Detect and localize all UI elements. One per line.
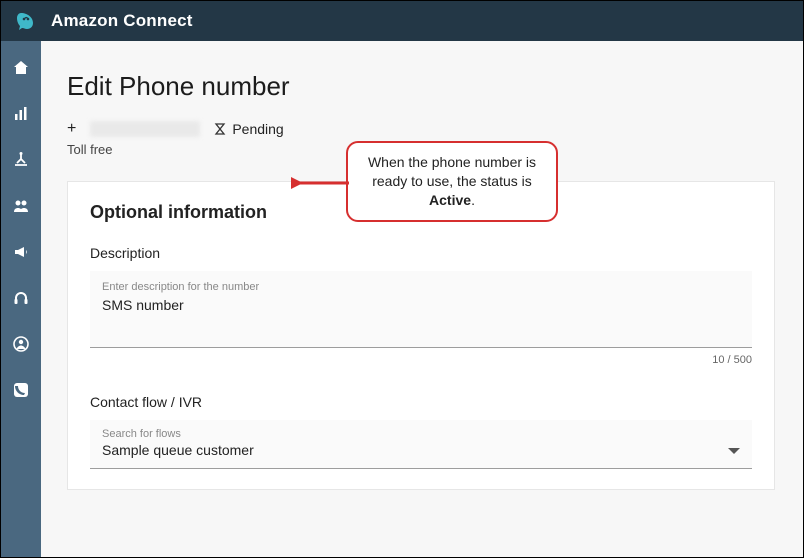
annotation-callout: When the phone number is ready to use, t… — [346, 141, 558, 222]
description-value: SMS number — [102, 297, 740, 313]
callout-suffix: . — [471, 192, 475, 208]
description-counter: 10 / 500 — [90, 354, 752, 366]
nav-users[interactable] — [1, 193, 41, 219]
nav-account[interactable] — [1, 331, 41, 357]
status-badge: Pending — [214, 121, 283, 137]
callout-bold: Active — [429, 192, 471, 208]
page-title: Edit Phone number — [67, 71, 775, 102]
main-content: Edit Phone number + Pending Toll free Op… — [41, 41, 803, 557]
phone-prefix: + — [67, 120, 76, 138]
app-frame: Amazon Connect Edit Phone number + Pendi… — [0, 0, 804, 558]
contact-flow-value: Sample queue customer — [102, 442, 254, 458]
nav-routing[interactable] — [1, 147, 41, 173]
hourglass-icon — [214, 123, 226, 135]
nav-contact-control[interactable] — [1, 285, 41, 311]
nav-announcements[interactable] — [1, 239, 41, 265]
phone-number-row: + Pending — [67, 120, 775, 138]
nav-home[interactable] — [1, 55, 41, 81]
description-placeholder: Enter description for the number — [102, 281, 740, 293]
sidebar — [1, 41, 41, 557]
product-title: Amazon Connect — [51, 11, 193, 31]
amazon-connect-logo-icon — [15, 9, 39, 33]
nav-phone-numbers[interactable] — [1, 377, 41, 403]
chevron-down-icon — [728, 448, 740, 454]
status-label: Pending — [232, 121, 283, 137]
callout-text: When the phone number is ready to use, t… — [368, 154, 536, 189]
description-label: Description — [90, 245, 752, 261]
contact-flow-search-label: Search for flows — [102, 428, 254, 440]
contact-flow-select[interactable]: Search for flows Sample queue customer — [90, 420, 752, 469]
phone-number-redacted — [90, 121, 200, 137]
nav-analytics[interactable] — [1, 101, 41, 127]
description-input[interactable]: Enter description for the number SMS num… — [90, 271, 752, 348]
optional-info-panel: Optional information Description Enter d… — [67, 181, 775, 490]
body: Edit Phone number + Pending Toll free Op… — [1, 41, 803, 557]
top-bar: Amazon Connect — [1, 1, 803, 41]
contact-flow-label: Contact flow / IVR — [90, 394, 752, 410]
